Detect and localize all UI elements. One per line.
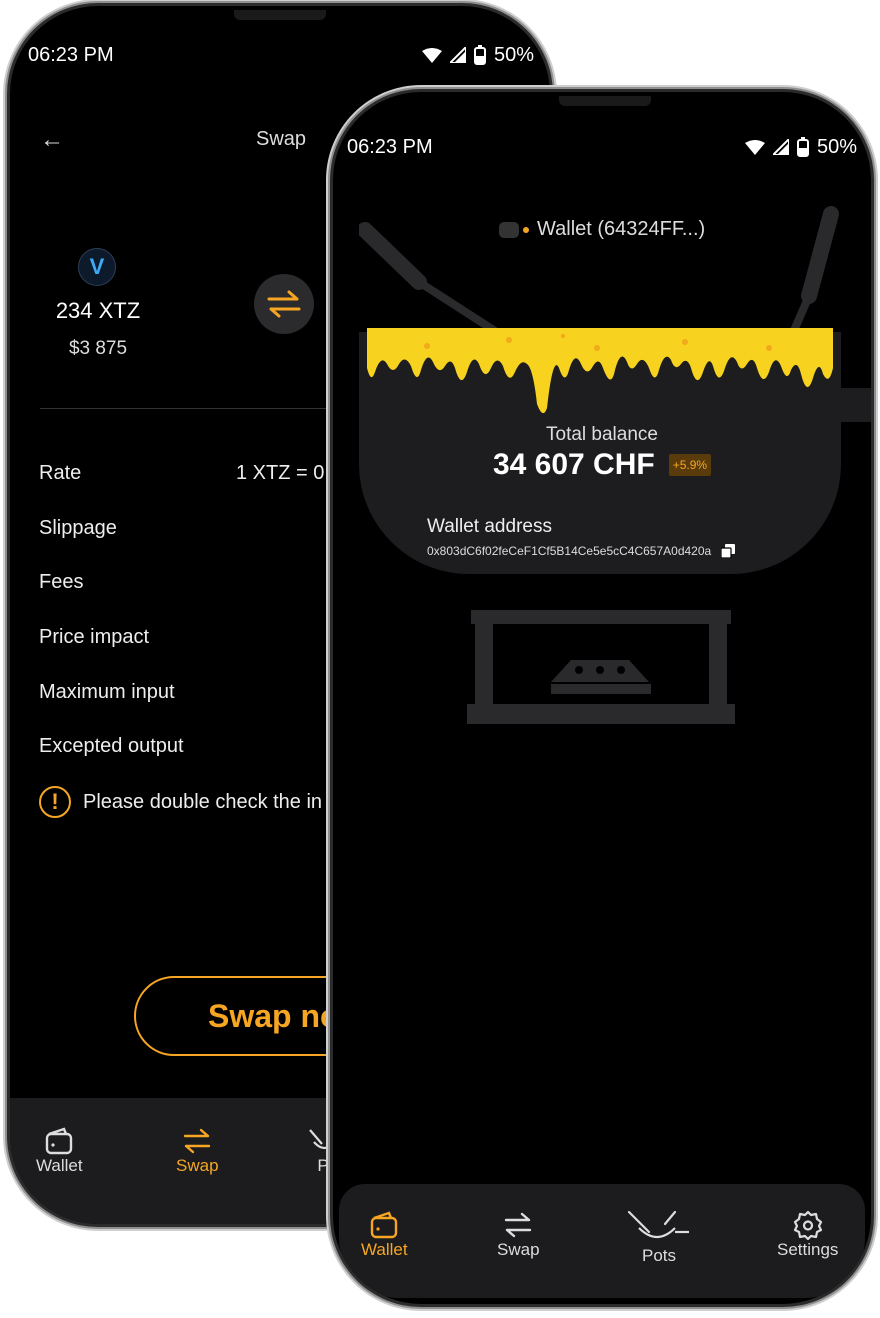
- nav-wallet-label: Wallet: [36, 1156, 83, 1175]
- pot-icon: [627, 1210, 689, 1239]
- wifi-icon: [421, 48, 442, 63]
- total-balance-label: Total balance: [546, 424, 658, 445]
- nav-pots-label: P: [317, 1156, 329, 1175]
- rate-value: 1 XTZ = 0: [236, 462, 325, 484]
- vechain-token-icon[interactable]: V: [78, 248, 116, 286]
- back-arrow-icon[interactable]: ←: [40, 126, 64, 154]
- swap-icon: [184, 1128, 211, 1154]
- stove-burner-icon: [467, 610, 735, 724]
- warning-text: Please double check the in: [83, 790, 323, 813]
- wallet-address-value: 0x803dC6f02feCeF1Cf5B14Ce5e5cC4C657A0d42…: [427, 544, 712, 558]
- phone-wallet-screen: 06:23 PM 50% Wallet (64324FF...) Total b…: [333, 92, 871, 1304]
- from-token-amount: 234 XTZ: [55, 298, 141, 323]
- nav-swap-label: Swap: [497, 1240, 540, 1259]
- wallet-icon: [371, 1211, 398, 1239]
- status-time: 06:23 PM: [347, 135, 433, 158]
- notch: [559, 96, 651, 106]
- battery-icon: [796, 137, 809, 157]
- total-balance-row: 34 607 CHF +5.9%: [333, 448, 871, 482]
- swap-arrows-icon: [267, 290, 301, 318]
- melted-cheese-icon: [367, 328, 833, 414]
- status-bar: 06:23 PM 50%: [347, 132, 857, 162]
- notch: [234, 10, 326, 20]
- wallet-selector[interactable]: Wallet (64324FF...): [499, 218, 705, 241]
- from-token-usd: $3 875: [68, 338, 128, 359]
- nav-swap[interactable]: Swap: [176, 1126, 219, 1176]
- pot-handle: [833, 388, 871, 422]
- rate-label: Rate: [39, 462, 82, 484]
- bottom-nav: Wallet Swap Pots Settings: [339, 1184, 865, 1298]
- change-badge: +5.9%: [668, 454, 712, 476]
- maximum-input-label: Maximum input: [39, 681, 175, 703]
- nav-pots[interactable]: Pots: [627, 1210, 691, 1266]
- signal-icon: [449, 47, 466, 63]
- expected-output-label: Excepted output: [39, 735, 184, 757]
- fondue-fork-right-icon: [785, 206, 839, 346]
- signal-icon: [772, 139, 789, 155]
- nav-swap-label: Swap: [176, 1156, 219, 1175]
- nav-pots-label: Pots: [641, 1246, 677, 1265]
- status-time: 06:23 PM: [28, 43, 114, 66]
- nav-wallet[interactable]: Wallet: [361, 1210, 408, 1260]
- page-title: Swap: [256, 128, 307, 150]
- wallet-icon: [46, 1127, 73, 1155]
- battery-icon: [473, 45, 486, 65]
- copy-icon[interactable]: [721, 544, 736, 558]
- gear-icon: [793, 1210, 822, 1240]
- status-icons: 50%: [421, 43, 534, 67]
- price-impact-label: Price impact: [39, 626, 150, 648]
- battery-percent: 50%: [816, 135, 857, 158]
- nav-wallet[interactable]: Wallet: [36, 1126, 83, 1176]
- nav-wallet-label: Wallet: [361, 1240, 408, 1259]
- slippage-label: Slippage: [39, 517, 117, 539]
- swap-direction-button[interactable]: [254, 274, 314, 334]
- nav-swap[interactable]: Swap: [497, 1210, 540, 1260]
- nav-settings-label: Settings: [777, 1240, 839, 1259]
- fees-label: Fees: [39, 571, 84, 593]
- wallet-address-label: Wallet address: [427, 516, 552, 537]
- status-bar: 06:23 PM 50%: [28, 40, 534, 70]
- swap-icon: [505, 1212, 532, 1238]
- battery-percent: 50%: [493, 43, 534, 66]
- status-icons: 50%: [744, 135, 857, 159]
- nav-settings[interactable]: Settings: [777, 1210, 838, 1260]
- warning-message: ! Please double check the in: [39, 786, 322, 818]
- warning-icon: !: [39, 786, 71, 818]
- wifi-icon: [744, 140, 765, 155]
- total-balance-value: 34 607 CHF: [492, 448, 655, 481]
- wallet-name: Wallet (64324FF...): [537, 218, 706, 240]
- wallet-address: 0x803dC6f02feCeF1Cf5B14Ce5e5cC4C657A0d42…: [427, 544, 736, 558]
